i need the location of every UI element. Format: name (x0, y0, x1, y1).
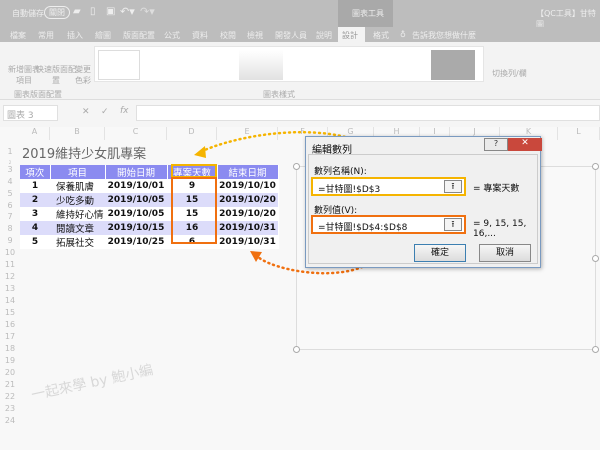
close-button[interactable]: ✕ (508, 138, 542, 151)
series-name-input[interactable]: =甘特圖!$D$3 ⭱ (311, 177, 466, 196)
cancel-button[interactable]: 取消 (479, 244, 531, 262)
series-values-result: = 9, 15, 15, 16,... (473, 219, 527, 239)
series-name-value: =甘特圖!$D$3 (318, 185, 381, 195)
arrow-head (250, 251, 262, 262)
collapse-dialog-icon[interactable]: ⭱ (444, 180, 462, 193)
series-name-result: = 專案天數 (473, 184, 520, 194)
series-values-value: =甘特圖!$D$4:$D$8 (318, 223, 408, 233)
series-name-label: 數列名稱(N): (314, 167, 367, 177)
help-button[interactable]: ? (484, 138, 508, 151)
ok-button[interactable]: 確定 (414, 244, 466, 262)
collapse-dialog-icon[interactable]: ⭱ (444, 218, 462, 231)
series-values-input[interactable]: =甘特圖!$D$4:$D$8 ⭱ (311, 215, 466, 234)
arrow-head (194, 146, 206, 158)
edit-series-dialog: 編輯數列 ? ✕ 數列名稱(N): =甘特圖!$D$3 ⭱ = 專案天數 數列值(… (305, 136, 542, 268)
